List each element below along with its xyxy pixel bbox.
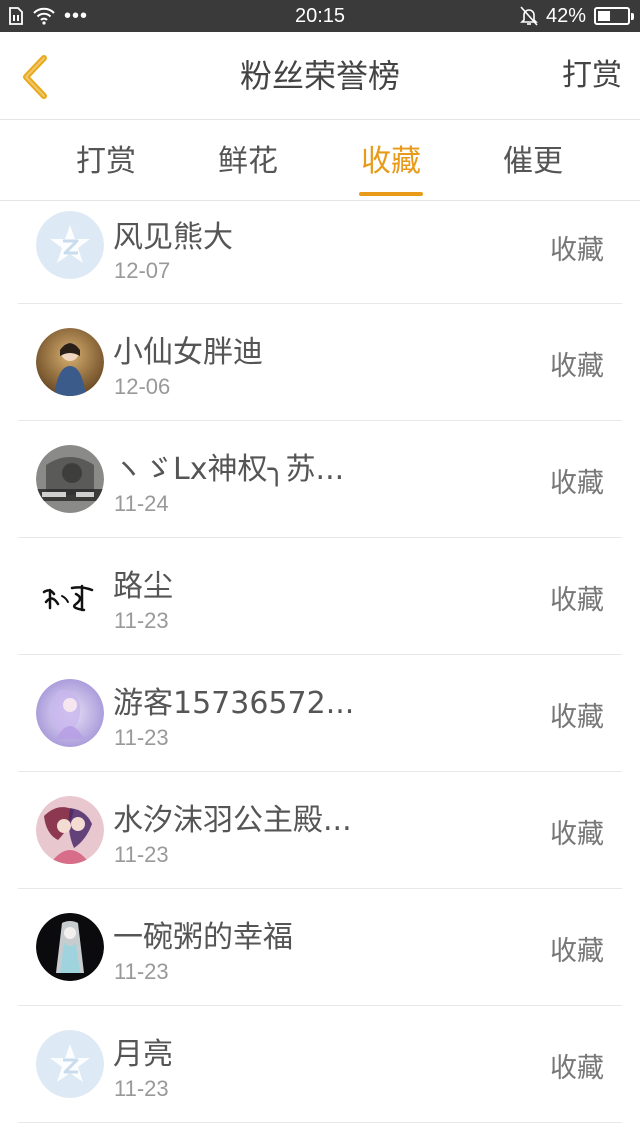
favorite-date: 12-06 <box>114 374 171 399</box>
user-name: 风见熊大 <box>113 220 233 255</box>
header: 粉丝荣誉榜 打赏 <box>0 32 640 120</box>
item-action-label: 收藏 <box>550 702 604 733</box>
avatar <box>36 913 104 981</box>
list-item[interactable]: 路尘 11-23 收藏 <box>18 538 622 655</box>
tab-label: 鲜花 <box>218 144 278 179</box>
item-action-label: 收藏 <box>550 1053 604 1084</box>
user-name: 一碗粥的幸福 <box>113 920 293 955</box>
avatar <box>36 796 104 864</box>
avatar <box>36 679 104 747</box>
mute-bell-icon <box>520 6 538 26</box>
status-bar: ••• 20:15 42% <box>0 0 640 32</box>
avatar <box>36 445 104 513</box>
battery-level <box>598 11 610 21</box>
user-name: 月亮 <box>113 1037 173 1072</box>
favorite-date: 11-23 <box>114 959 169 984</box>
tab-label: 打赏 <box>76 144 136 179</box>
list-item[interactable]: 水汐沫羽公主殿... 11-23 收藏 <box>18 772 622 889</box>
list-item[interactable]: ヽゞLx神权╮苏... 11-24 收藏 <box>18 421 622 538</box>
photo-avatar <box>36 328 104 396</box>
list-item[interactable]: 游客15736572... 11-23 收藏 <box>18 655 622 772</box>
list-item[interactable]: 小仙女胖迪 12-06 收藏 <box>18 304 622 421</box>
user-name: ヽゞLx神权╮苏... <box>113 452 345 487</box>
favorite-date: 11-23 <box>114 842 169 867</box>
avatar <box>36 211 104 279</box>
back-button[interactable] <box>10 52 60 102</box>
reward-button[interactable]: 打赏 <box>562 32 622 120</box>
fan-list: 风见熊大 12-07 收藏 小仙女胖迪 12-06 收藏 ヽゞLx神权╮苏...… <box>18 188 622 1123</box>
list-item[interactable]: 月亮 11-23 收藏 <box>18 1006 622 1123</box>
battery-icon <box>594 7 634 25</box>
default-avatar-icon <box>36 1030 104 1098</box>
tab-label: 收藏 <box>361 144 421 179</box>
page-title: 粉丝荣誉榜 <box>239 57 400 95</box>
avatar <box>36 1030 104 1098</box>
default-avatar-icon <box>36 211 104 279</box>
favorite-date: 11-23 <box>114 608 169 633</box>
avatar <box>36 562 104 630</box>
illustration-avatar <box>36 796 104 864</box>
user-name: 路尘 <box>113 569 173 604</box>
user-name: 游客15736572... <box>113 686 355 721</box>
tab-label: 催更 <box>503 144 563 179</box>
item-action-label: 收藏 <box>550 235 604 266</box>
user-name: 水汐沫羽公主殿... <box>113 803 352 838</box>
illustration-avatar <box>36 913 104 981</box>
item-action-label: 收藏 <box>550 819 604 850</box>
item-action-label: 收藏 <box>550 351 604 382</box>
list-item[interactable]: 一碗粥的幸福 11-23 收藏 <box>18 889 622 1006</box>
favorite-date: 11-23 <box>114 725 169 750</box>
item-action-label: 收藏 <box>550 585 604 616</box>
list-item[interactable]: 风见熊大 12-07 收藏 <box>18 188 622 304</box>
user-name: 小仙女胖迪 <box>113 335 263 370</box>
status-right-icons: 42% <box>520 0 634 32</box>
illustration-avatar <box>36 679 104 747</box>
favorite-date: 11-23 <box>114 1076 169 1101</box>
photo-avatar <box>36 445 104 513</box>
chevron-left-icon <box>23 55 47 99</box>
avatar <box>36 328 104 396</box>
favorite-date: 12-07 <box>114 258 171 283</box>
calligraphy-avatar <box>36 562 104 630</box>
item-action-label: 收藏 <box>550 468 604 499</box>
item-action-label: 收藏 <box>550 936 604 967</box>
battery-percent: 42% <box>545 4 586 27</box>
favorite-date: 11-24 <box>114 491 169 516</box>
